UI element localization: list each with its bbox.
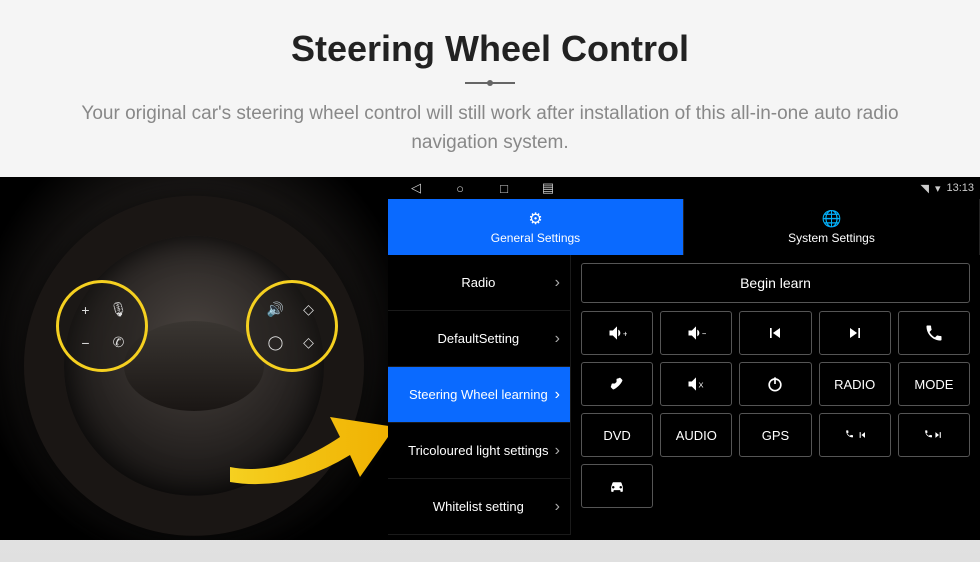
chevron-right-icon: › [555,274,560,292]
menu-tricoloured-light[interactable]: Tricoloured light settings › [388,423,571,479]
volume-down-icon: − [686,323,706,343]
menu-default-setting[interactable]: DefaultSetting › [388,311,571,367]
swc-vol-down-button[interactable]: − [660,311,732,355]
tab-general-settings[interactable]: ⚙ General Settings [388,199,684,255]
swc-gps-button[interactable]: GPS [739,413,811,457]
swc-power-button[interactable] [739,362,811,406]
phone-icon: ✆ [104,328,133,357]
learning-panel: Begin learn + − [571,255,980,540]
chevron-right-icon: › [555,442,560,460]
wheel-buttons-left-highlight: + 🎙 − ✆ [56,280,148,372]
begin-learn-button[interactable]: Begin learn [581,263,970,303]
swc-mute-button[interactable]: X [660,362,732,406]
android-screen: ◁ ○ □ ▤ ◥ ▾ 13:13 ⚙ General Settings 🌐 S… [388,177,980,540]
steering-wheel-photo: + 🎙 − ✆ 🔊 ◇ ◯ ◇ [0,177,388,540]
clock: 13:13 [946,182,974,194]
svg-text:X: X [699,380,704,389]
plus-icon: + [71,295,100,324]
page-title: Steering Wheel Control [40,28,940,70]
swc-next-button[interactable] [819,311,891,355]
car-icon [607,476,627,496]
minus-icon: − [71,328,100,357]
gear-icon: ⚙ [528,209,542,229]
skip-prev-icon [765,323,785,343]
swc-call-next-button[interactable] [898,413,970,457]
swc-dvd-button[interactable]: DVD [581,413,653,457]
swc-vol-up-button[interactable]: + [581,311,653,355]
gps-status-icon: ◥ [920,182,928,195]
status-bar: ◁ ○ □ ▤ ◥ ▾ 13:13 [388,177,980,199]
speaker-icon: 🔊 [261,295,290,324]
phone-hangup-icon [607,374,627,394]
tab-label: General Settings [491,231,580,245]
cycle-icon: ◯ [261,328,290,357]
chevron-right-icon: › [555,498,560,516]
sd-card-icon: ▤ [526,180,570,196]
page-subtitle: Your original car's steering wheel contr… [50,100,930,157]
swc-call-button[interactable] [898,311,970,355]
volume-up-icon: + [607,323,627,343]
call-prev-icon [845,425,865,445]
mute-icon: X [686,374,706,394]
swc-hangup-button[interactable] [581,362,653,406]
diamond-up-icon: ◇ [294,295,323,324]
swc-call-prev-button[interactable] [819,413,891,457]
settings-tabs: ⚙ General Settings 🌐 System Settings [388,199,980,255]
swc-mode-button[interactable]: MODE [898,362,970,406]
settings-panel: Radio › DefaultSetting › Steering Wheel … [388,255,980,540]
tab-system-settings[interactable]: 🌐 System Settings [684,199,980,255]
back-icon[interactable]: ◁ [394,180,438,196]
recent-icon[interactable]: □ [482,181,526,196]
power-icon [765,374,785,394]
title-divider [465,82,515,84]
menu-whitelist-setting[interactable]: Whitelist setting › [388,479,571,535]
call-next-icon [924,425,944,445]
menu-steering-wheel-learning[interactable]: Steering Wheel learning › [388,367,571,423]
svg-text:+: + [623,328,627,338]
swc-prev-button[interactable] [739,311,811,355]
svg-text:−: − [702,328,706,338]
chevron-right-icon: › [555,386,560,404]
voice-icon: 🎙 [104,295,133,324]
page-header: Steering Wheel Control Your original car… [0,0,980,177]
content-row: + 🎙 − ✆ 🔊 ◇ ◯ ◇ ◁ ○ □ ▤ [0,177,980,540]
swc-button-grid: + − [581,311,970,508]
wifi-status-icon: ▾ [935,182,941,195]
tab-label: System Settings [788,231,875,245]
home-icon[interactable]: ○ [438,181,482,196]
skip-next-icon [845,323,865,343]
wheel-buttons-right-highlight: 🔊 ◇ ◯ ◇ [246,280,338,372]
menu-radio[interactable]: Radio › [388,255,571,311]
side-menu: Radio › DefaultSetting › Steering Wheel … [388,255,571,540]
swc-radio-button[interactable]: RADIO [819,362,891,406]
swc-car-button[interactable] [581,464,653,508]
swc-audio-button[interactable]: AUDIO [660,413,732,457]
diamond-down-icon: ◇ [294,328,323,357]
phone-icon [924,323,944,343]
globe-icon: 🌐 [822,209,842,229]
chevron-right-icon: › [555,330,560,348]
